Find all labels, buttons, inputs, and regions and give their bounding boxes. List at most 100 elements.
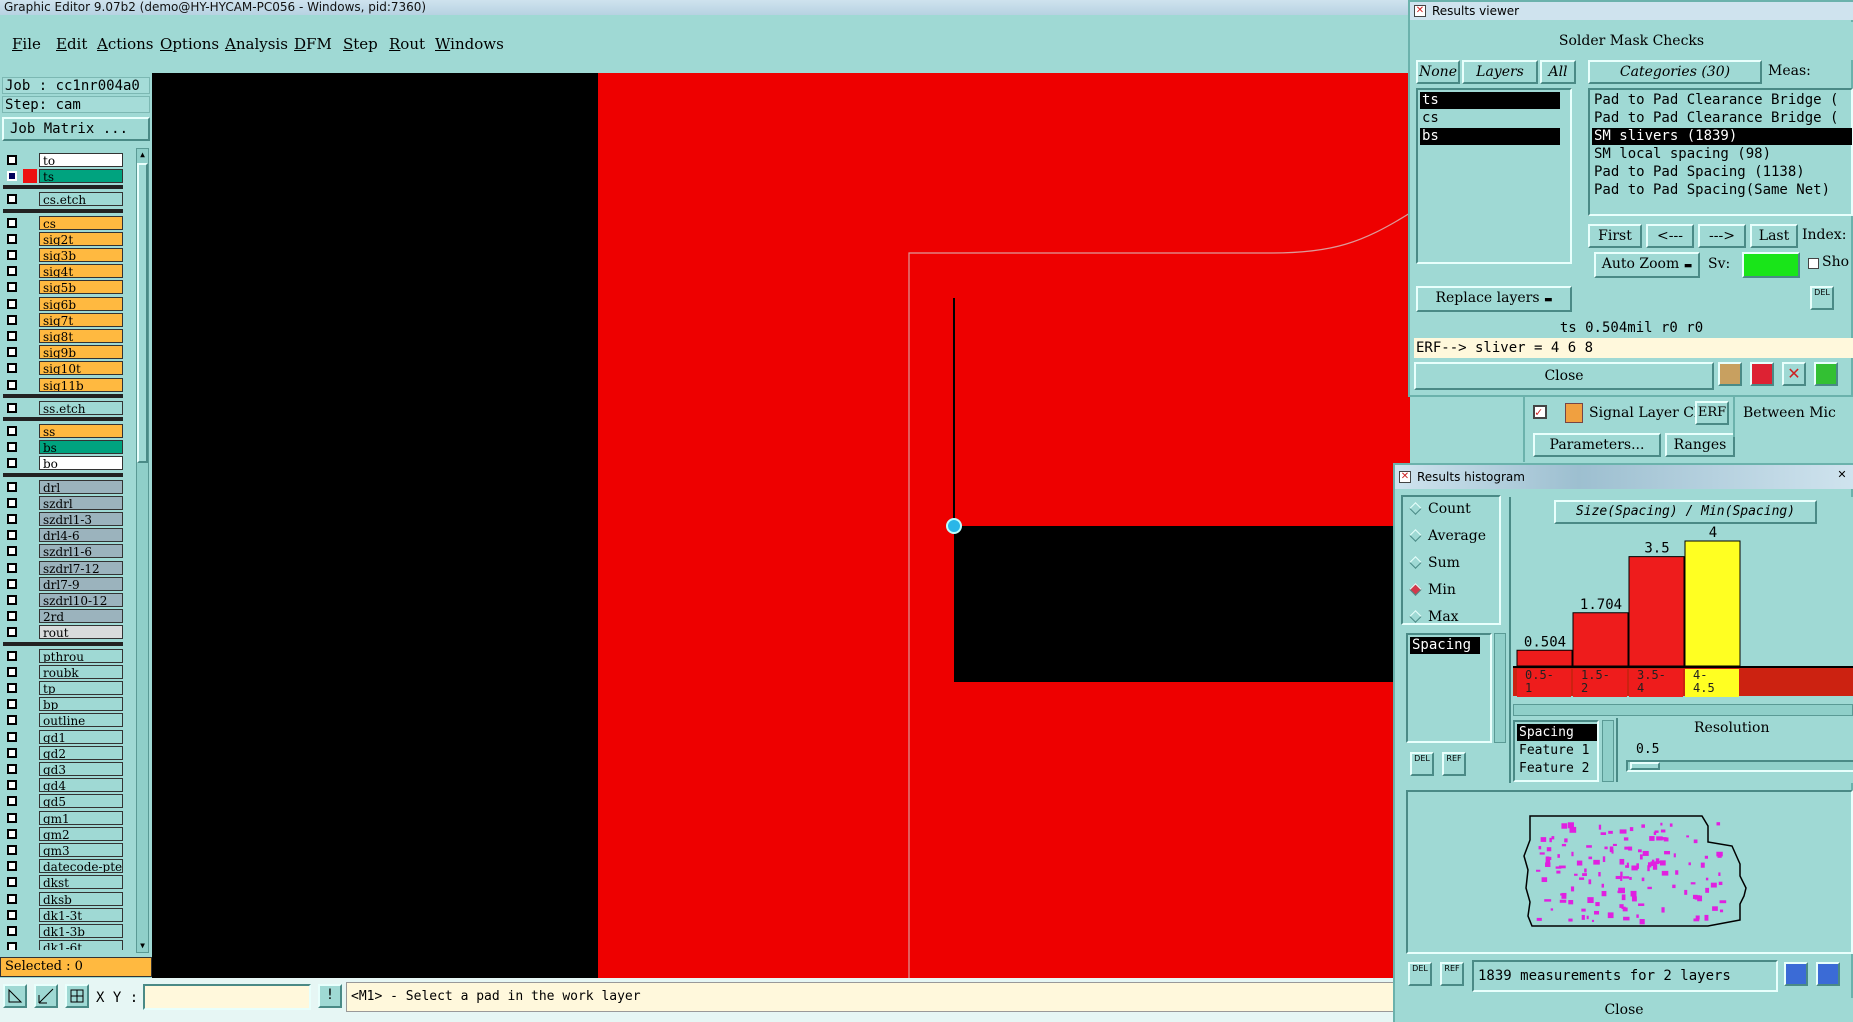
resolution-slider-thumb[interactable] (1630, 762, 1660, 770)
category-item[interactable]: Pad to Pad Clearance Bridge ( (1592, 92, 1852, 109)
menu-file[interactable]: File (12, 35, 41, 53)
layer-checkbox[interactable] (7, 363, 17, 374)
layer-row[interactable]: sig11b (3, 377, 123, 393)
scroll-up-arrow-icon[interactable]: ▲ (138, 150, 147, 160)
layer-name[interactable]: cs.etch (39, 192, 123, 207)
histogram-bar[interactable] (1684, 540, 1741, 667)
layer-row[interactable]: dk1-6t (3, 939, 123, 950)
menu-analysis[interactable]: Analysis (225, 35, 288, 53)
layer-row[interactable]: bo (3, 455, 123, 471)
layer-checkbox[interactable] (7, 379, 17, 390)
first-button[interactable]: First (1588, 224, 1642, 248)
info-icon[interactable]: ! (318, 984, 342, 1008)
layer-name[interactable]: bo (39, 456, 123, 471)
layer-name[interactable]: ss.etch (39, 400, 123, 415)
layer-name[interactable]: dk1-3t (39, 907, 123, 922)
layer-checkbox[interactable] (7, 514, 17, 524)
layer-checkbox[interactable] (7, 683, 17, 693)
layer-checkbox[interactable] (7, 699, 17, 710)
scroll-thumb[interactable] (137, 163, 148, 463)
layer-checkbox[interactable] (7, 796, 17, 807)
ranges-button[interactable]: Ranges (1665, 433, 1735, 457)
layer-checkbox[interactable] (7, 546, 17, 557)
delete-icon[interactable]: DEL (1408, 962, 1432, 986)
sort-list[interactable]: Spacing Feature 1 Feature 2 (1513, 720, 1599, 782)
menu-dfm[interactable]: DFM (294, 35, 332, 53)
prev-button[interactable]: <--- (1646, 224, 1694, 248)
menu-rout[interactable]: Rout (389, 35, 425, 53)
layer-row[interactable]: 2rd (3, 608, 123, 624)
layer-checkbox[interactable] (7, 926, 17, 936)
snap-icon[interactable] (3, 984, 27, 1008)
layer-row[interactable]: ss.etch (3, 400, 123, 416)
layer-name[interactable]: gm1 (39, 810, 123, 825)
layer-row[interactable]: sig10t (3, 360, 123, 376)
layer-row[interactable]: to (3, 152, 123, 168)
layer-row[interactable]: sig8t (3, 328, 123, 344)
histogram-bar[interactable] (1516, 649, 1573, 667)
category-item[interactable]: Pad to Pad Spacing (1138) (1592, 164, 1852, 181)
layer-name[interactable]: drl (39, 479, 123, 494)
layer-row[interactable]: cs (3, 215, 123, 231)
layer-checkbox[interactable] (7, 780, 17, 791)
layer-name[interactable]: sig2t (39, 231, 123, 246)
measure-item[interactable]: Spacing (1410, 637, 1480, 654)
delete-icon[interactable]: DEL (1410, 752, 1434, 776)
layer-name[interactable]: sig3b (39, 248, 123, 262)
layer-checkbox[interactable] (7, 402, 17, 413)
chart-title[interactable]: Size(Spacing) / Min(Spacing) (1554, 500, 1817, 524)
category-item-selected[interactable]: SM slivers (1839) (1592, 128, 1852, 145)
delete-icon[interactable]: DEL (1810, 286, 1834, 310)
layer-row[interactable]: gd1 (3, 729, 123, 745)
layer-name[interactable]: gd5 (39, 794, 123, 809)
last-button[interactable]: Last (1750, 224, 1798, 248)
layer-checkbox[interactable] (7, 595, 17, 605)
resolution-slider[interactable] (1626, 760, 1853, 772)
layer-row[interactable]: cs.etch (3, 191, 123, 207)
layer-name[interactable]: to (39, 153, 123, 167)
layer-checkbox[interactable] (7, 562, 17, 573)
show-checkbox[interactable] (1808, 258, 1819, 269)
graphics-canvas[interactable] (152, 73, 1410, 978)
layer-name[interactable]: gd2 (39, 745, 123, 760)
close-button[interactable]: Close (1414, 362, 1714, 390)
sort-item[interactable]: Spacing (1517, 724, 1597, 741)
layer-name[interactable]: sig11b (39, 377, 123, 392)
next-button[interactable]: ---> (1698, 224, 1746, 248)
layer-name[interactable]: drl7-9 (39, 576, 123, 591)
layer-result-item[interactable]: ts (1420, 92, 1560, 109)
layer-row[interactable]: sig7t (3, 312, 123, 328)
layer-row[interactable]: bs (3, 439, 123, 455)
window-close-icon[interactable]: ✕ (1835, 469, 1849, 483)
layer-name[interactable]: outline (39, 713, 123, 728)
job-matrix-button[interactable]: Job Matrix ... (2, 117, 150, 141)
category-item[interactable]: SM local spacing (98) (1592, 146, 1852, 163)
layer-row[interactable]: drl7-9 (3, 576, 123, 592)
histogram-bar[interactable] (1628, 556, 1685, 667)
layer-name[interactable]: szdrl10-12 (39, 593, 123, 607)
layer-name[interactable]: sig4t (39, 264, 123, 279)
bin-label[interactable]: 4- 4.5 (1685, 669, 1739, 697)
bin-label[interactable]: 1.5- 2 (1573, 669, 1627, 697)
bin-label[interactable]: 0.5- 1 (1517, 669, 1571, 697)
layer-name[interactable]: sig8t (39, 329, 123, 343)
export-icon[interactable] (1784, 962, 1808, 986)
layer-row[interactable]: dkst (3, 874, 123, 890)
layer-name[interactable]: cs (39, 215, 123, 230)
auto-zoom-dropdown[interactable]: Auto Zoom ▬ (1594, 252, 1700, 278)
layer-name[interactable]: sig5b (39, 280, 123, 295)
layer-row[interactable]: sig6b (3, 296, 123, 312)
menu-actions[interactable]: Actions (97, 35, 153, 53)
layer-name[interactable]: szdrl7-12 (39, 560, 123, 575)
histogram-scrollbar[interactable] (1513, 704, 1853, 716)
layer-checkbox[interactable] (7, 497, 17, 508)
replace-layers-dropdown[interactable]: Replace layers ▬ (1416, 286, 1572, 312)
layer-row[interactable]: szdrl7-12 (3, 560, 123, 576)
layer-name[interactable]: bs (39, 440, 123, 455)
layer-checkbox[interactable] (7, 442, 17, 453)
histogram-close-button[interactable]: Close (1395, 998, 1853, 1022)
layer-row[interactable]: gd4 (3, 777, 123, 793)
layer-name[interactable]: tp (39, 681, 123, 695)
layer-row[interactable]: szdrl (3, 495, 123, 511)
layer-result-list[interactable]: ts cs bs (1416, 88, 1572, 264)
